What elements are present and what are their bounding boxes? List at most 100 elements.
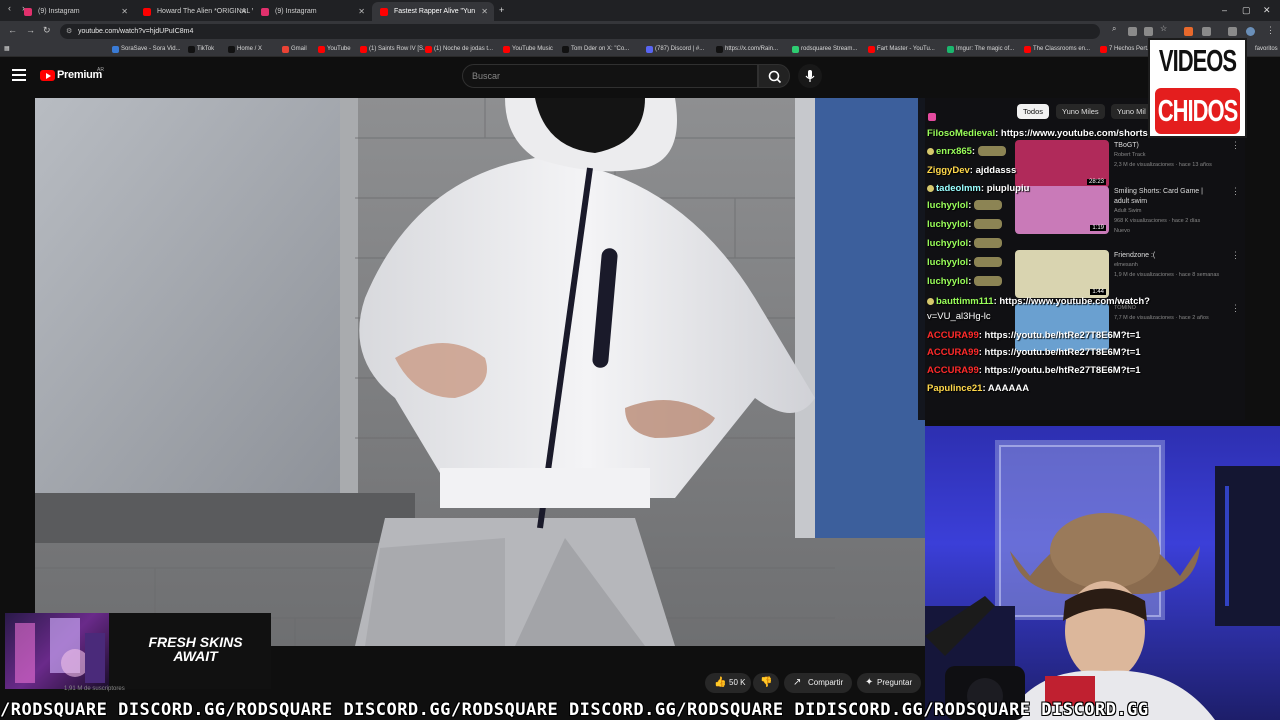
video-player[interactable]: [35, 98, 925, 646]
search-button[interactable]: [758, 64, 790, 88]
bookmark-favicon-icon: [1024, 46, 1031, 53]
site-info-icon[interactable]: ⚙: [66, 24, 72, 39]
bookmark-item[interactable]: Imgur: The magic of...: [947, 42, 1014, 57]
subscriber-count: 1,91 M de suscriptores: [64, 686, 125, 692]
hamburger-menu-icon[interactable]: [12, 69, 26, 81]
chat-emote-icon: [974, 238, 1002, 249]
extension-icon[interactable]: [1184, 27, 1193, 36]
microphone-icon: [805, 70, 815, 82]
zoom-icon[interactable]: ⌕: [1112, 24, 1121, 33]
ask-button[interactable]: ✦ Preguntar: [857, 673, 921, 693]
chat-message: luchyylol:: [927, 276, 1002, 287]
like-button[interactable]: 👍 50 K: [705, 673, 751, 693]
recommendation-title[interactable]: Smiling Shorts: Card Game |: [1114, 188, 1203, 195]
youtube-premium-label[interactable]: Premium: [57, 69, 102, 81]
bookmark-item[interactable]: Tom Dder on X: "Co...: [562, 42, 629, 57]
bookmarks-bar: ▦ SoraSave - Sora Vid... TikTok Home / X Gm…: [0, 42, 1280, 57]
bookmark-item[interactable]: YouTube Music: [503, 42, 553, 57]
bookmark-star-icon[interactable]: ☆: [1160, 24, 1169, 33]
back-icon[interactable]: ‹: [8, 3, 11, 13]
bookmark-item[interactable]: (1) Saints Row IV [S...: [360, 42, 428, 57]
bookmark-item[interactable]: Fart Master - YouTu...: [868, 42, 935, 57]
bookmark-favicon-icon: [646, 46, 653, 53]
share-icon: ↗: [793, 677, 802, 688]
bookmark-favicon-icon: [360, 46, 367, 53]
url-field[interactable]: ⚙ youtube.com/watch?v=hjdUPuIC8m4: [60, 24, 1100, 39]
chat-username: bauttimm111: [936, 296, 994, 307]
bookmark-item[interactable]: YouTube: [318, 42, 351, 57]
bookmark-item[interactable]: rodsquaree Stream...: [792, 42, 857, 57]
chat-text: https://youtu.be/htRe27T8E6M?t=1: [984, 347, 1141, 358]
bookmark-item[interactable]: (1) Noche de jodas t...: [425, 42, 493, 57]
bookmark-item[interactable]: SoraSave - Sora Vid...: [112, 42, 181, 57]
bookmark-favicon-icon: [112, 46, 119, 53]
bookmarks-folder[interactable]: favoritos: [1246, 42, 1278, 57]
new-badge: Nuevo: [1114, 228, 1130, 234]
browser-tab[interactable]: (9) Instagram ✕: [16, 2, 134, 21]
chat-badge-icon: [928, 113, 936, 121]
chat-text: https://www.youtube.com/shorts: [1000, 128, 1148, 139]
recommendation-title[interactable]: TBoGT): [1114, 142, 1139, 149]
maximize-icon[interactable]: ▢: [1242, 0, 1251, 21]
search-input[interactable]: Buscar: [462, 64, 758, 88]
reload-icon[interactable]: ↻: [43, 25, 51, 36]
bookmark-item[interactable]: 7 Hechos Pert...: [1100, 42, 1152, 57]
filter-chip[interactable]: Yuno Mil: [1111, 104, 1152, 119]
thumbs-down-icon: 👎: [760, 677, 773, 688]
close-window-icon[interactable]: ✕: [1263, 0, 1271, 21]
more-options-icon[interactable]: ⋮: [1231, 141, 1240, 150]
tab-title: (9) Instagram: [275, 8, 317, 15]
back-button-icon[interactable]: ←: [8, 25, 17, 35]
bookmark-label: YouTube: [327, 46, 351, 52]
visibility-icon[interactable]: [1144, 27, 1153, 36]
side-panel-icon[interactable]: [1228, 27, 1237, 36]
voice-search-button[interactable]: [798, 64, 822, 88]
share-button[interactable]: ↗ Compartir: [784, 673, 852, 693]
address-bar-row: ← → ↻ ⚙ youtube.com/watch?v=hjdUPuIC8m4 …: [0, 21, 1280, 42]
bookmark-item[interactable]: Home / X: [228, 42, 262, 57]
recommendation-title[interactable]: adult swim: [1114, 198, 1147, 205]
more-options-icon[interactable]: ⋮: [1231, 251, 1240, 260]
profile-avatar-icon[interactable]: [1246, 27, 1255, 36]
recommendation-thumbnail[interactable]: 28:23: [1015, 140, 1109, 188]
bookmark-item[interactable]: https://x.com/Rain...: [716, 42, 778, 57]
bookmark-item[interactable]: (787) Discord | #...: [646, 42, 704, 57]
chat-username: luchyylol: [927, 219, 969, 230]
bookmark-label: (787) Discord | #...: [655, 46, 705, 52]
recommendation-thumbnail[interactable]: 1:44: [1015, 250, 1109, 298]
youtube-logo-icon[interactable]: [40, 70, 55, 81]
minimize-icon[interactable]: –: [1222, 0, 1227, 21]
fresh-skins-ad[interactable]: FRESH SKINS AWAIT: [5, 613, 271, 689]
recommendation-title[interactable]: Friendzone :(: [1114, 252, 1155, 259]
chat-message: tadeolmm: piuplupiu: [927, 183, 1029, 194]
dislike-button[interactable]: 👎: [753, 673, 779, 693]
more-menu-icon[interactable]: ⋮: [1266, 25, 1275, 36]
filter-chip[interactable]: Todos: [1017, 104, 1050, 119]
tab-title: (9) Instagram: [38, 8, 80, 15]
tab-close-icon[interactable]: ✕: [481, 2, 488, 21]
bookmark-label: rodsquaree Stream...: [801, 46, 858, 52]
bookmark-item[interactable]: TikTok: [188, 42, 214, 57]
chat-text: https://youtu.be/htRe27T8E6M?t=1: [984, 365, 1141, 376]
forward-button-icon[interactable]: →: [26, 25, 35, 35]
bookmark-favicon-icon: [716, 46, 723, 53]
browser-tab[interactable]: Howard The Alien *ORIGINAL V ✕: [135, 2, 253, 21]
logo-bottom-badge: CHIDOS: [1155, 88, 1240, 134]
browser-tab[interactable]: Fastest Rapper Alive "Yun ✕: [372, 2, 494, 21]
chat-text: v=VU_al3Hg-lc: [927, 311, 991, 322]
tab-close-icon[interactable]: ✕: [240, 2, 247, 21]
install-icon[interactable]: [1128, 27, 1137, 36]
more-options-icon[interactable]: ⋮: [1231, 304, 1240, 313]
new-tab-button[interactable]: +: [499, 0, 504, 21]
tab-close-icon[interactable]: ✕: [121, 2, 128, 21]
webcam-frame: [925, 440, 1280, 720]
more-options-icon[interactable]: ⋮: [1231, 187, 1240, 196]
browser-tab[interactable]: (9) Instagram ✕: [253, 2, 371, 21]
bookmark-item[interactable]: Gmail: [282, 42, 307, 57]
bookmark-item[interactable]: The Classrooms en...: [1024, 42, 1090, 57]
extensions-puzzle-icon[interactable]: [1202, 27, 1211, 36]
filter-chip[interactable]: Yuno Miles: [1056, 104, 1105, 119]
tab-close-icon[interactable]: ✕: [358, 2, 365, 21]
apps-grid-icon[interactable]: ▦: [4, 42, 10, 57]
recommendation-thumbnail[interactable]: [1015, 303, 1109, 351]
